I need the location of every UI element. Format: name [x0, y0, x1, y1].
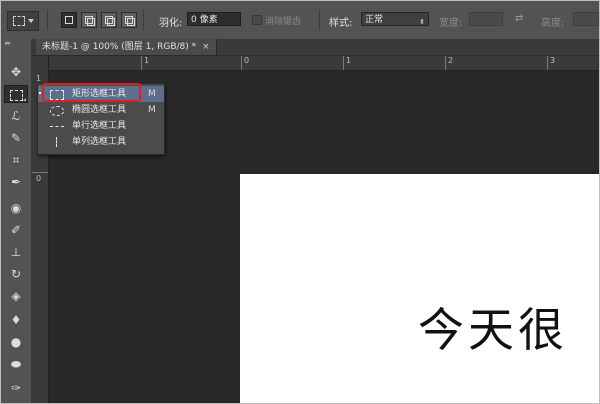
swap-dimensions-icon[interactable]: ⇄	[515, 13, 523, 24]
chevron-updown-icon: ⬍	[419, 18, 425, 26]
document-tab-title: 未标题-1 @ 100% (图层 1, RGB/8) *	[42, 42, 197, 52]
bandage-icon: ◉	[10, 201, 22, 215]
healing-brush-tool[interactable]: ◉	[4, 199, 28, 217]
rect-marquee-icon	[9, 90, 23, 101]
style-label: 样式:	[329, 18, 353, 29]
eraser-icon: ◈	[11, 289, 21, 303]
move-tool[interactable]: ✥	[4, 63, 28, 81]
document-tab[interactable]: 未标题-1 @ 100% (图层 1, RGB/8) * ×	[36, 39, 217, 55]
antialias-checkbox[interactable]	[252, 15, 262, 25]
brush-tool[interactable]: ✐	[4, 221, 28, 239]
dodge-tool[interactable]: ⬬	[4, 355, 28, 373]
bucket-icon: ♦	[10, 313, 22, 327]
ruler-label: 1	[36, 74, 42, 83]
flyout-item-ellipse-marquee[interactable]: 椭圆选框工具 M	[38, 102, 164, 118]
quick-selection-tool[interactable]: ✎	[4, 129, 28, 147]
ruler-label: 0	[244, 56, 250, 65]
ruler-label: 1	[346, 56, 352, 65]
clone-stamp-tool[interactable]: ⊥	[4, 243, 28, 261]
stamp-icon: ⊥	[10, 245, 22, 259]
flyout-item-shortcut: M	[148, 105, 156, 115]
feather-label: 羽化:	[159, 18, 183, 29]
toolbox-grip-icon[interactable]: ▸▸	[5, 39, 27, 47]
eraser-tool[interactable]: ◈	[4, 287, 28, 305]
flyout-item-single-row-marquee[interactable]: 单行选框工具	[38, 118, 164, 134]
ruler-label: 1	[144, 56, 150, 65]
photoshop-window: 羽化: 0 像素 消除锯齿 样式: 正常 ⬍ 宽度: ⇄ 高度: ▸▸ ✥ ℒ …	[0, 0, 600, 404]
ruler-label: 0	[36, 174, 42, 183]
document-canvas[interactable]: 今天很	[240, 174, 599, 403]
single-column-marquee-icon	[56, 137, 57, 147]
width-label: 宽度:	[439, 18, 463, 29]
flyout-item-label: 单行选框工具	[72, 121, 127, 131]
eyedropper-tool[interactable]: ✒	[4, 173, 28, 191]
divider	[143, 10, 144, 30]
crop-tool[interactable]: ⌗	[4, 151, 28, 169]
paint-bucket-tool[interactable]: ♦	[4, 311, 28, 329]
move-icon: ✥	[10, 65, 22, 79]
single-row-marquee-icon	[50, 126, 64, 127]
toolbox: ▸▸ ✥ ℒ ✎ ⌗ ✒ ◉ ✐ ⊥ ↻ ◈ ♦ ● ⬬ ✑	[1, 39, 32, 403]
tool-preset-picker[interactable]	[7, 11, 39, 31]
magic-wand-icon: ✎	[10, 131, 22, 145]
divider	[47, 10, 48, 30]
ellipse-marquee-icon	[50, 106, 64, 116]
subtract-from-selection-button[interactable]	[101, 12, 117, 28]
annotation-highlight-box	[42, 83, 141, 102]
canvas-text: 今天很	[418, 303, 568, 357]
flyout-item-shortcut: M	[148, 89, 156, 99]
style-select[interactable]: 正常 ⬍	[361, 12, 429, 26]
feather-input[interactable]: 0 像素	[187, 12, 241, 26]
dodge-icon: ⬬	[10, 357, 22, 371]
brush-icon: ✐	[10, 223, 22, 237]
crop-icon: ⌗	[12, 153, 20, 167]
options-bar: 羽化: 0 像素 消除锯齿 样式: 正常 ⬍ 宽度: ⇄ 高度:	[1, 1, 599, 40]
flyout-item-label: 椭圆选框工具	[72, 105, 127, 115]
active-item-indicator	[39, 92, 41, 94]
ruler-label: 2	[448, 56, 454, 65]
marquee-tool[interactable]	[4, 85, 28, 103]
lasso-tool[interactable]: ℒ	[4, 107, 28, 125]
pen-tool[interactable]: ✑	[4, 379, 28, 397]
antialias-label: 消除锯齿	[265, 17, 302, 27]
divider	[319, 10, 320, 30]
intersect-selection-button[interactable]	[121, 12, 137, 28]
caret-down-icon	[28, 19, 34, 23]
flyout-item-single-column-marquee[interactable]: 单列选框工具	[38, 134, 164, 150]
height-label: 高度:	[541, 18, 565, 29]
history-brush-icon: ↻	[10, 267, 22, 281]
add-to-selection-button[interactable]	[81, 12, 97, 28]
new-selection-button[interactable]	[61, 12, 77, 28]
width-input[interactable]	[469, 12, 503, 26]
new-selection-icon	[65, 16, 73, 24]
flyout-item-label: 单列选框工具	[72, 137, 127, 147]
drop-icon: ●	[10, 335, 22, 349]
lasso-icon: ℒ	[11, 109, 21, 123]
close-icon[interactable]: ×	[202, 42, 210, 52]
style-select-value: 正常	[365, 15, 384, 25]
marquee-icon	[13, 16, 25, 26]
ruler-label: 3	[550, 56, 556, 65]
horizontal-ruler[interactable]: 1 0 1 2 3	[49, 56, 599, 71]
pen-icon: ✑	[10, 381, 22, 395]
height-input[interactable]	[573, 12, 599, 26]
eyedropper-icon: ✒	[10, 175, 22, 189]
document-tab-bar: 未标题-1 @ 100% (图层 1, RGB/8) * ×	[32, 39, 599, 56]
blur-tool[interactable]: ●	[4, 333, 28, 351]
history-brush-tool[interactable]: ↻	[4, 265, 28, 283]
